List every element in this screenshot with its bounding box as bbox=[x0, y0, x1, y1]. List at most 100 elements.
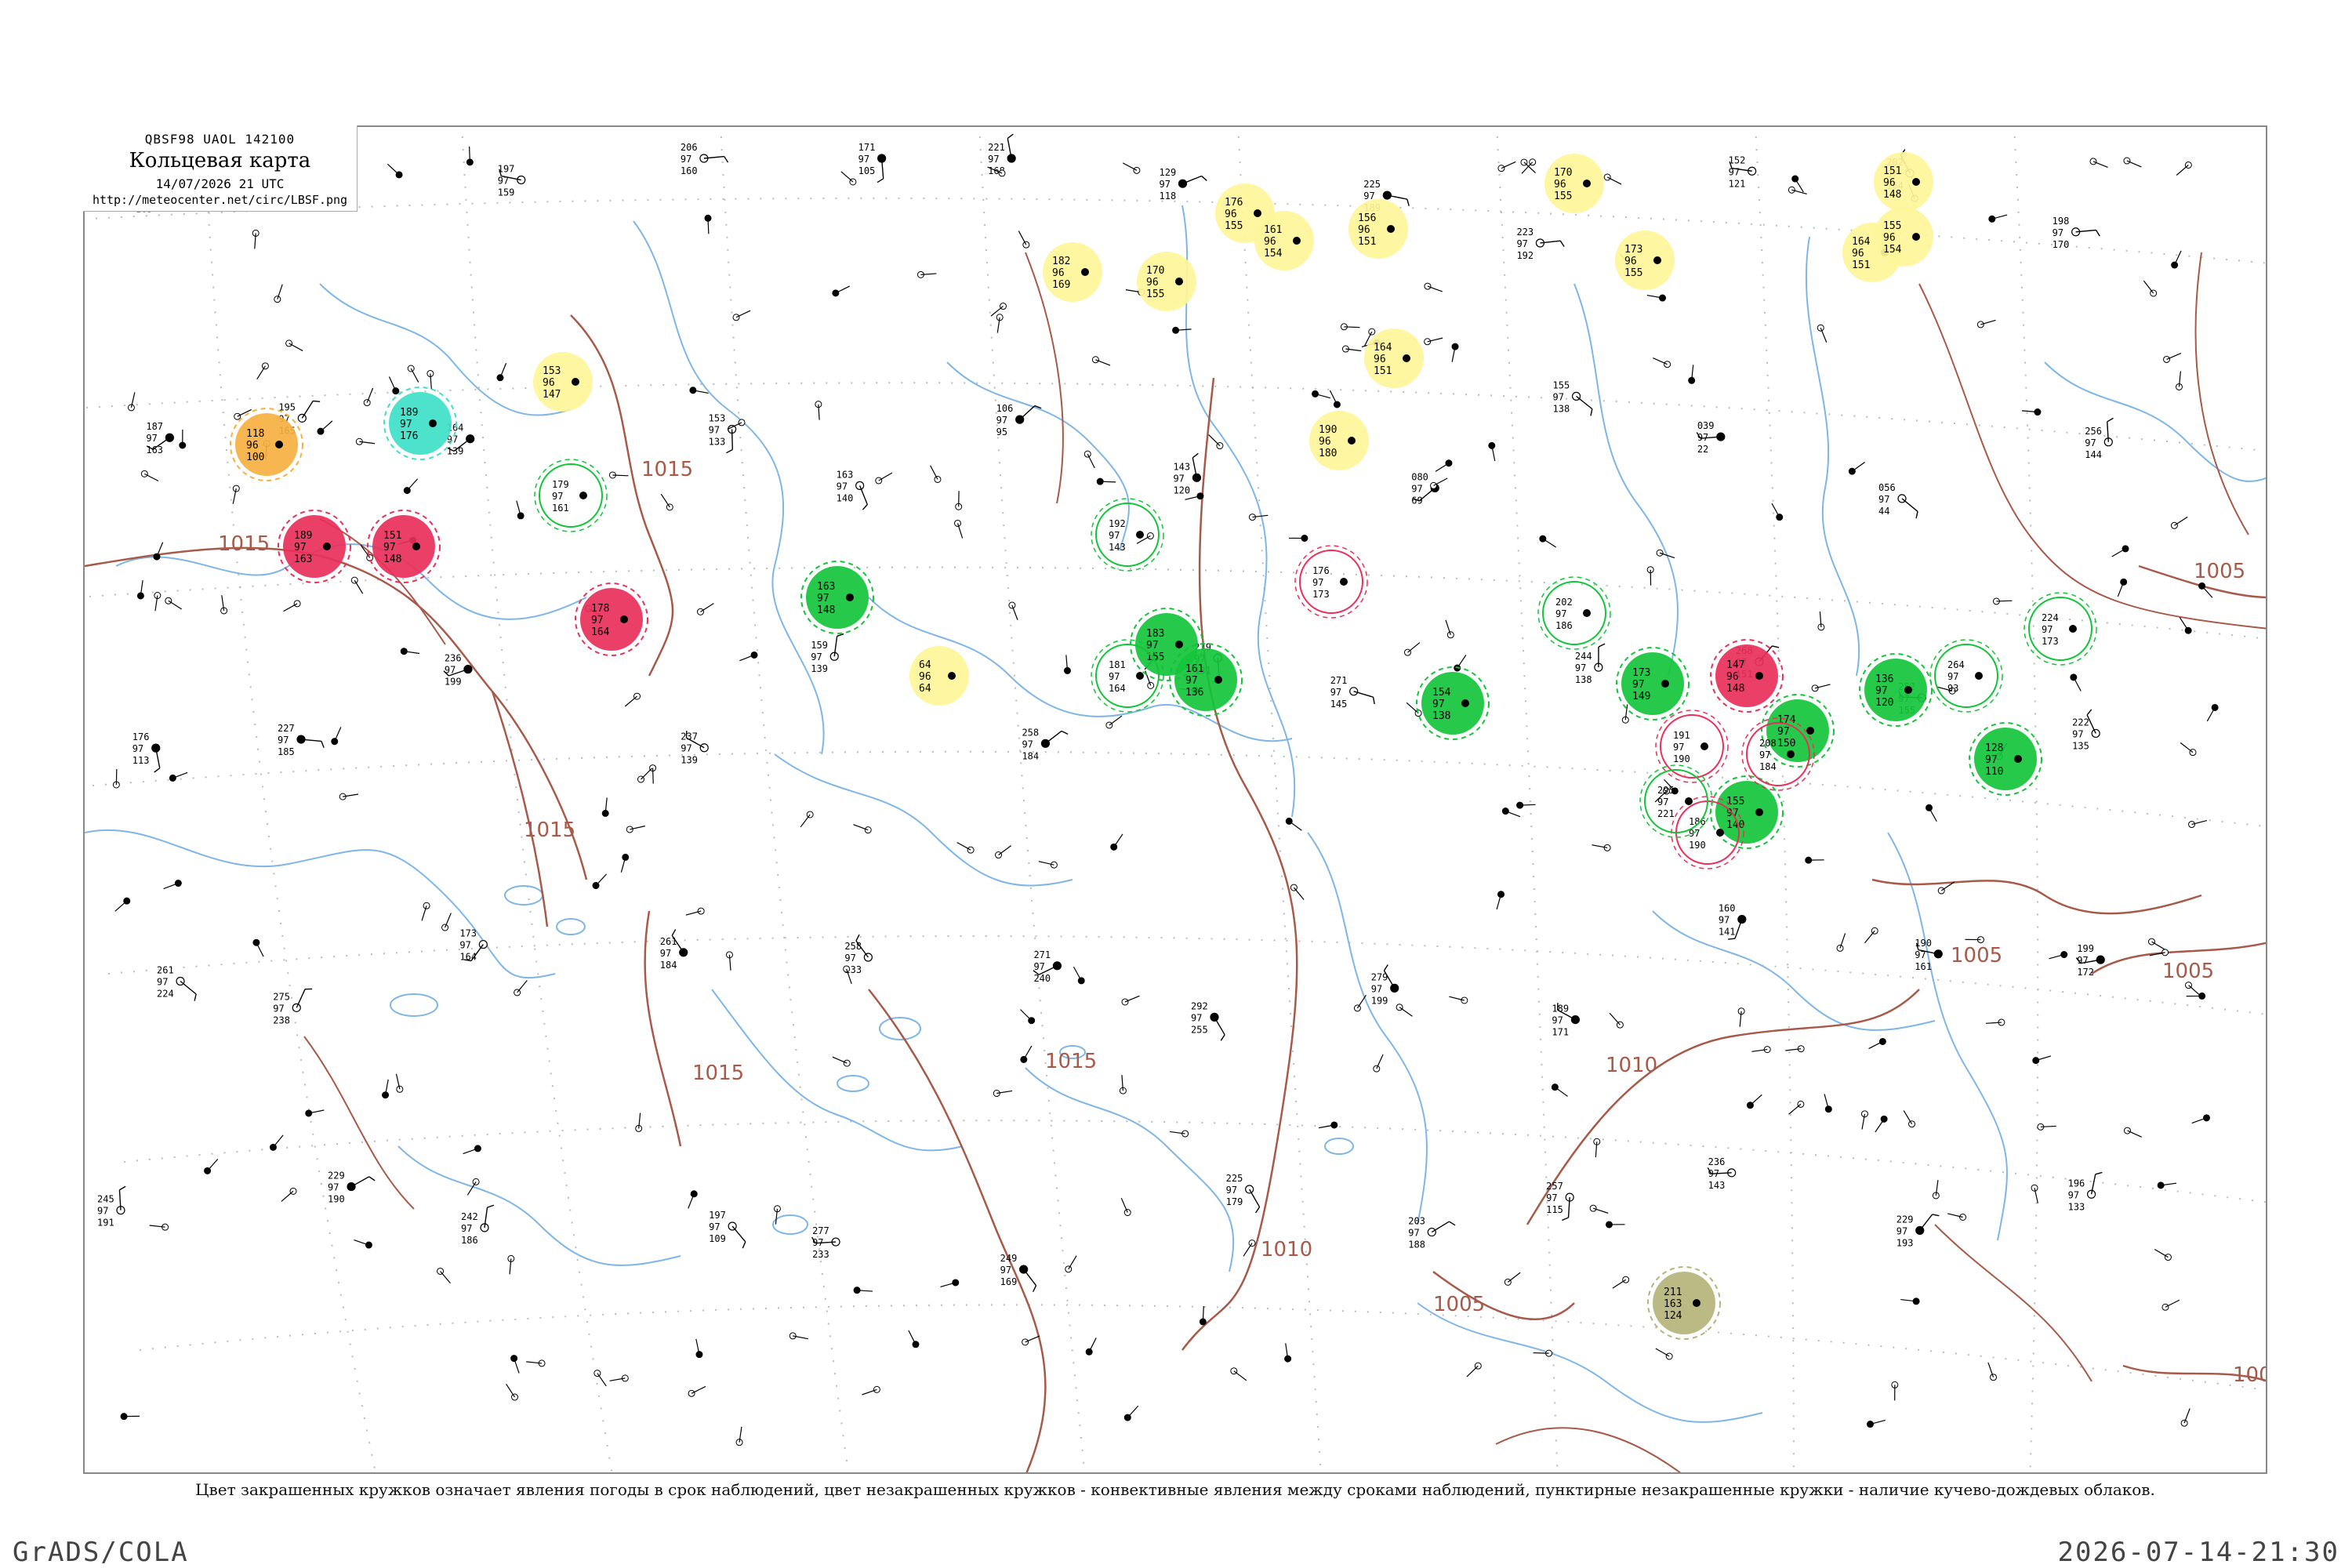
circle-pressure: 208 bbox=[1759, 738, 1777, 749]
station-pressure: 159 bbox=[811, 640, 828, 651]
circle-temp: 96 bbox=[1146, 277, 1159, 289]
station-marker bbox=[1811, 684, 1831, 692]
station-marker bbox=[256, 362, 269, 380]
circle-temp: 97 bbox=[1632, 679, 1645, 691]
station-marker bbox=[232, 485, 240, 504]
station-marker bbox=[1290, 884, 1305, 900]
station-pressure: 258 bbox=[844, 941, 862, 952]
station-marker bbox=[800, 811, 814, 828]
station-marker bbox=[1836, 933, 1846, 952]
open-circle-rain: 20297186 bbox=[1537, 576, 1611, 650]
station-dewpoint: 199 bbox=[445, 677, 462, 688]
station-plot: 16097141 bbox=[1719, 903, 1747, 940]
circle-fog: 15396147 bbox=[533, 352, 593, 412]
station-dewpoint: 139 bbox=[447, 446, 464, 457]
station-marker bbox=[956, 842, 975, 854]
station-marker bbox=[1848, 461, 1865, 475]
station-marker bbox=[169, 771, 188, 782]
station-observations: 1809716321097175197971592069716017197105… bbox=[97, 133, 2219, 1446]
software-credit: GrADS/COLA bbox=[13, 1537, 189, 1568]
circle-temp: 97 bbox=[383, 542, 396, 554]
station-marker bbox=[1085, 1338, 1097, 1356]
station-marker bbox=[1947, 1213, 1967, 1221]
station-marker bbox=[1172, 326, 1192, 334]
station-marker bbox=[1746, 1094, 1762, 1109]
circle-thunder: 14796148 bbox=[1710, 639, 1784, 713]
station-marker bbox=[1020, 1009, 1036, 1025]
station-marker bbox=[1987, 1362, 1998, 1381]
station-marker bbox=[620, 853, 630, 873]
station-plot: 25797115 bbox=[1546, 1181, 1574, 1221]
circle-temp: 97 bbox=[1185, 675, 1198, 687]
circle-temp: 96 bbox=[1052, 267, 1065, 279]
circle-temp: 97 bbox=[1109, 530, 1120, 541]
station-temp: 97 bbox=[2068, 1189, 2079, 1200]
station-marker bbox=[1988, 214, 2008, 223]
station-dewpoint: 120 bbox=[1173, 485, 1190, 495]
station-marker bbox=[1612, 1276, 1630, 1289]
station-pressure: 152 bbox=[1729, 154, 1746, 165]
station-temp: 97 bbox=[811, 652, 822, 662]
circle-shower: 18997176 bbox=[383, 387, 457, 460]
circle-pressure: 264 bbox=[1947, 659, 1965, 670]
station-pressure: 203 bbox=[1408, 1216, 1425, 1227]
station-marker bbox=[2123, 1127, 2142, 1138]
station-marker bbox=[1737, 1007, 1745, 1027]
station-marker bbox=[832, 1056, 851, 1067]
circle-dewpoint: 155 bbox=[1225, 220, 1243, 232]
station-marker bbox=[2198, 582, 2213, 598]
station-marker bbox=[112, 768, 120, 789]
station-dewpoint: 185 bbox=[278, 746, 295, 757]
station-dewpoint: 255 bbox=[1191, 1024, 1208, 1035]
station-marker bbox=[1022, 1335, 1040, 1346]
station-marker bbox=[996, 314, 1004, 333]
station-marker bbox=[354, 1240, 372, 1249]
station-pressure: 197 bbox=[709, 1210, 726, 1221]
circle-temp: 96 bbox=[1726, 671, 1739, 683]
circle-dewpoint: 164 bbox=[1109, 683, 1126, 694]
circle-fog: 17096155 bbox=[1544, 154, 1604, 213]
station-temp: 97 bbox=[157, 976, 168, 987]
station-plot: 27797233 bbox=[811, 1225, 840, 1260]
station-pressure: 160 bbox=[1719, 903, 1736, 914]
station-marker bbox=[1065, 1255, 1077, 1273]
station-dewpoint: 199 bbox=[1371, 995, 1388, 1006]
station-marker bbox=[732, 310, 751, 321]
station-temp: 97 bbox=[459, 940, 470, 951]
circle-fog: 18296169 bbox=[1043, 242, 1102, 302]
circle-pressure: 178 bbox=[591, 603, 609, 615]
station-marker bbox=[1319, 1121, 1338, 1129]
circle-pressure: 189 bbox=[400, 407, 418, 419]
station-plot: 22997190 bbox=[328, 1171, 376, 1205]
station-dewpoint: 163 bbox=[146, 445, 163, 456]
station-marker bbox=[2143, 280, 2158, 297]
circle-fog: 19096180 bbox=[1309, 411, 1369, 470]
circle-dewpoint: 110 bbox=[1985, 766, 2003, 778]
station-pressure: 227 bbox=[278, 723, 295, 734]
station-marker bbox=[1121, 995, 1140, 1006]
station-marker bbox=[1096, 477, 1116, 485]
circle-haze: 11896100 bbox=[230, 408, 303, 481]
station-dot bbox=[1349, 687, 1359, 696]
station-plot: 27197240 bbox=[1033, 949, 1062, 984]
wind-barb bbox=[180, 980, 197, 995]
station-marker bbox=[697, 603, 714, 615]
station-dewpoint: 186 bbox=[461, 1235, 478, 1246]
station-marker bbox=[149, 1223, 169, 1231]
circle-thunder: 17897164 bbox=[575, 583, 648, 656]
station-marker bbox=[165, 597, 183, 610]
isobar: 1005 bbox=[2138, 560, 2266, 599]
circle-pressure: 118 bbox=[246, 428, 264, 440]
circle-fog: 16496151 bbox=[1364, 328, 1424, 388]
station-temp: 97 bbox=[681, 743, 691, 754]
station-pressure: 196 bbox=[2068, 1178, 2085, 1189]
circle-temp: 96 bbox=[1225, 209, 1237, 220]
wind-barb bbox=[1901, 498, 1918, 512]
station-plot: 19797159 bbox=[498, 164, 526, 198]
circle-dewpoint: 155 bbox=[1554, 191, 1572, 202]
station-dot bbox=[478, 939, 488, 949]
station-plot: 20697160 bbox=[681, 142, 729, 176]
circle-pressure: 170 bbox=[1146, 265, 1164, 277]
circle-pressure: 192 bbox=[1109, 518, 1126, 529]
station-pressure: 244 bbox=[1575, 651, 1592, 662]
